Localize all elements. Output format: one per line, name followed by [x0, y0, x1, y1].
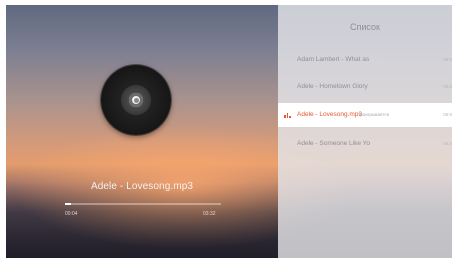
elapsed-time: 00:04 [65, 211, 78, 217]
playlist-item-duration: 04:4 [443, 141, 452, 146]
playlist-item-name: Adele - Someone Like Yo [297, 140, 370, 147]
vinyl-disc-icon[interactable] [101, 65, 171, 135]
playlist-item-name: Adam Lambert - What as [297, 56, 370, 63]
now-playing-panel: Adele - Lovesong.mp3 00:04 03:32 [6, 5, 278, 258]
progress-fill [65, 203, 72, 205]
progress-bar[interactable] [65, 203, 221, 205]
playlist-item-name: Adele - Hometown Glory [297, 83, 368, 90]
playing-bars-icon [284, 113, 292, 118]
music-player-window: Adele - Lovesong.mp3 00:04 03:32 Список … [6, 5, 452, 258]
disc-spindle [133, 97, 139, 103]
playlist-item-name: Adele - Lovesong.mp3 [297, 111, 363, 118]
playlist-item[interactable]: Adele - Hometown Glory 05:0 [278, 75, 452, 99]
playlist-item-duration: 05:5 [443, 112, 452, 117]
playlist-item[interactable]: Adele - Someone Like Yo 04:4 [278, 132, 452, 156]
playlist-item-duration: 05:0 [443, 57, 452, 62]
playlist-item-status: Проигрывается [357, 112, 390, 117]
playlist-item[interactable]: Adam Lambert - What as 05:0 [278, 48, 452, 72]
total-time: 03:32 [203, 211, 216, 217]
playlist-item-duration: 05:0 [443, 84, 452, 89]
playlist-panel: Список Adam Lambert - What as 05:0 Adele… [278, 5, 452, 258]
playlist-title: Список [350, 22, 380, 32]
current-track-title: Adele - Lovesong.mp3 [90, 181, 194, 192]
playlist-item-active[interactable]: Adele - Lovesong.mp3 Проигрывается 05:5 [278, 103, 452, 127]
